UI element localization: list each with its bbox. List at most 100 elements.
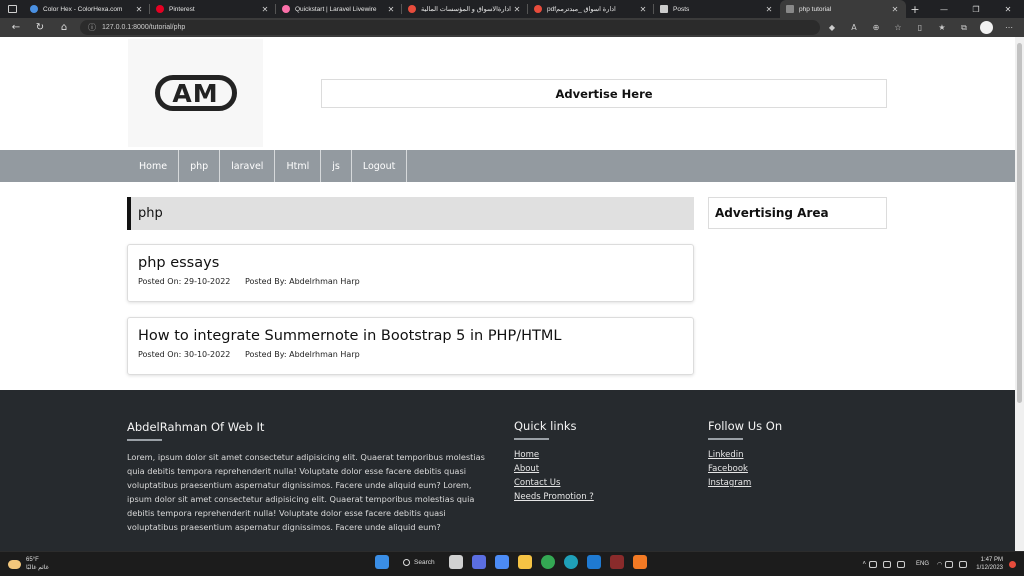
browser-tab[interactable]: Color Hex - ColorHexa.com ✕: [24, 0, 150, 18]
url-text: 127.0.0.1:8000/tutorial/php: [102, 24, 186, 31]
post-title[interactable]: How to integrate Summernote in Bootstrap…: [138, 328, 683, 344]
address-bar-row: ← ↻ ⌂ ⓘ 127.0.0.1:8000/tutorial/php ◆ A …: [0, 18, 1024, 37]
tab-title: Posts: [673, 5, 690, 13]
back-icon[interactable]: ←: [4, 22, 28, 33]
wifi-icon[interactable]: ◠: [937, 561, 942, 568]
clock[interactable]: 1:47 PM 1/12/2023: [976, 556, 1003, 572]
widgets-icon[interactable]: [495, 555, 510, 569]
refresh-icon[interactable]: ↻: [28, 22, 52, 33]
page-favicon-icon: [660, 5, 668, 13]
tab-title: Quickstart | Laravel Livewire: [295, 5, 377, 13]
split-screen-icon[interactable]: ▯: [909, 23, 931, 32]
read-aloud-icon[interactable]: A: [843, 23, 865, 32]
page-scrollbar[interactable]: [1015, 37, 1024, 551]
logo-mark: AM: [154, 75, 237, 111]
app-icon[interactable]: [610, 555, 625, 569]
site-logo[interactable]: AM: [128, 39, 263, 147]
restore-icon[interactable]: ❐: [960, 5, 992, 14]
shield-icon[interactable]: ◆: [821, 23, 843, 32]
minimize-icon[interactable]: —: [928, 5, 960, 14]
search-icon: [403, 558, 410, 566]
footer-link-contact[interactable]: Contact Us: [514, 476, 664, 490]
chevron-up-icon[interactable]: ˄: [863, 561, 867, 567]
footer-link-promotion[interactable]: Needs Promotion ?: [514, 490, 664, 504]
site-info-icon[interactable]: ⓘ: [88, 22, 96, 33]
favorite-star-icon[interactable]: ☆: [887, 23, 909, 32]
post-card[interactable]: php essays Posted On: 29-10-2022 Posted …: [127, 244, 694, 302]
pinterest-favicon-icon: [156, 5, 164, 13]
tray-icon[interactable]: [869, 560, 878, 568]
close-tab-icon[interactable]: ✕: [638, 5, 648, 14]
close-tab-icon[interactable]: ✕: [512, 5, 522, 14]
close-tab-icon[interactable]: ✕: [386, 5, 396, 14]
tray-icon[interactable]: [883, 560, 892, 568]
post-title[interactable]: php essays: [138, 255, 683, 271]
post-meta: Posted On: 29-10-2022 Posted By: Abdelrh…: [138, 277, 683, 286]
footer-link-home[interactable]: Home: [514, 448, 664, 462]
taskbar: 65°F غائم غالبًا Search ˄ ENG ◠ 1:47 PM …: [0, 551, 1024, 576]
nav-item-php[interactable]: php: [179, 150, 221, 182]
more-icon[interactable]: ⋯: [998, 23, 1020, 32]
close-tab-icon[interactable]: ✕: [134, 5, 144, 14]
vscode-icon[interactable]: [587, 555, 602, 569]
new-tab-icon[interactable]: +: [906, 3, 924, 16]
collections-icon[interactable]: ⧉: [953, 23, 975, 33]
scrollbar-thumb[interactable]: [1017, 43, 1022, 403]
browser-tab[interactable]: ادارةالاسواق و المؤسسات المالية ✕: [402, 0, 528, 18]
nav-item-laravel[interactable]: laravel: [220, 150, 276, 182]
tab-title: ادارةالاسواق و المؤسسات المالية: [421, 6, 511, 13]
web-page: AM Advertise Here Home php laravel Html …: [0, 37, 1015, 551]
footer-link-facebook[interactable]: Facebook: [708, 462, 858, 476]
windows-start-icon[interactable]: [374, 555, 389, 569]
tab-actions-icon[interactable]: [0, 0, 24, 18]
browser-tab-active[interactable]: php tutorial ✕: [780, 0, 906, 18]
close-tab-icon[interactable]: ✕: [764, 5, 774, 14]
footer-follow-title: Follow Us On: [708, 419, 783, 433]
search-label: Search: [414, 558, 435, 566]
footer-link-linkedin[interactable]: Linkedin: [708, 448, 858, 462]
volume-icon[interactable]: [945, 560, 954, 568]
chrome-icon[interactable]: [541, 555, 556, 569]
footer-divider: [708, 438, 743, 440]
close-window-icon[interactable]: ✕: [992, 5, 1024, 14]
post-author: Posted By: Abdelrhman Harp: [244, 350, 360, 359]
footer-link-instagram[interactable]: Instagram: [708, 476, 858, 490]
chat-icon[interactable]: [472, 555, 487, 569]
footer-divider: [514, 438, 549, 440]
tab-title: Pinterest: [169, 5, 195, 13]
weather-temp: 65°F: [26, 557, 39, 563]
sidebar-advertising-area: Advertising Area: [708, 197, 887, 229]
task-view-icon[interactable]: [449, 555, 464, 569]
tray-icon[interactable]: [897, 560, 906, 568]
weather-widget[interactable]: 65°F غائم غالبًا: [8, 556, 49, 572]
nav-item-html[interactable]: Html: [275, 150, 322, 182]
nav-item-logout[interactable]: Logout: [352, 150, 408, 182]
nav-item-js[interactable]: js: [321, 150, 352, 182]
footer-link-about[interactable]: About: [514, 462, 664, 476]
clock-time: 1:47 PM: [980, 557, 1003, 563]
close-tab-icon[interactable]: ✕: [260, 5, 270, 14]
notification-badge-icon[interactable]: [1009, 560, 1016, 568]
close-tab-icon[interactable]: ✕: [890, 5, 900, 14]
favorites-icon[interactable]: ★: [931, 23, 953, 32]
file-explorer-icon[interactable]: [518, 555, 533, 569]
taskbar-search[interactable]: Search: [403, 558, 435, 566]
browser-tab[interactable]: Posts ✕: [654, 0, 780, 18]
url-field[interactable]: ⓘ 127.0.0.1:8000/tutorial/php: [80, 20, 820, 35]
advertise-banner[interactable]: Advertise Here: [321, 79, 887, 108]
zoom-icon[interactable]: ⊕: [865, 23, 887, 32]
xampp-icon[interactable]: [633, 555, 648, 569]
home-icon[interactable]: ⌂: [52, 22, 76, 33]
edge-icon[interactable]: [564, 555, 579, 569]
profile-avatar-icon[interactable]: [980, 21, 993, 34]
post-card[interactable]: How to integrate Summernote in Bootstrap…: [127, 317, 694, 375]
nav-item-home[interactable]: Home: [128, 150, 180, 182]
battery-icon[interactable]: [959, 560, 968, 568]
browser-tab[interactable]: pdfادارة اسواق _مبدترمم ✕: [528, 0, 654, 18]
livewire-favicon-icon: [282, 5, 290, 13]
language-indicator[interactable]: ENG: [916, 561, 929, 567]
browser-tab[interactable]: Pinterest ✕: [150, 0, 276, 18]
page-favicon-icon: [786, 5, 794, 13]
footer-divider: [127, 439, 162, 441]
browser-tab[interactable]: Quickstart | Laravel Livewire ✕: [276, 0, 402, 18]
